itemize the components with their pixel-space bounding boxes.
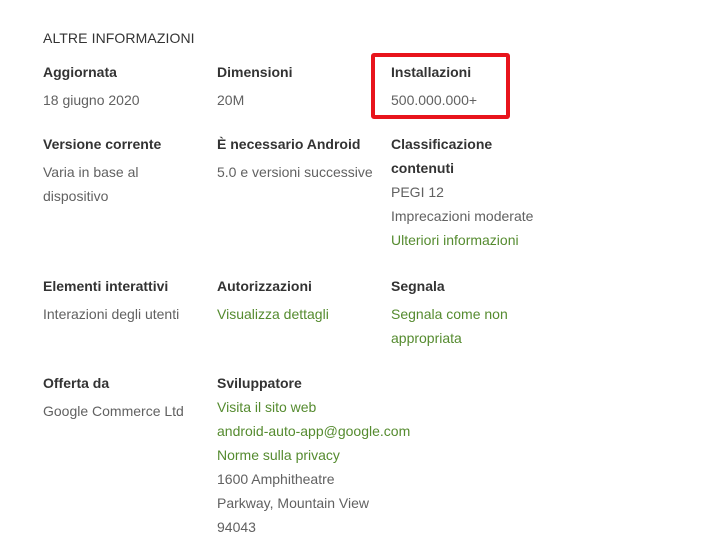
offered-by-value: Google Commerce Ltd — [43, 403, 184, 419]
report-block: Segnala Segnala come non appropriata — [391, 274, 561, 350]
current-version-value-line2: dispositivo — [43, 188, 109, 204]
content-rating-more-info-link[interactable]: Ulteriori informazioni — [391, 228, 561, 252]
installs-highlight-box — [371, 53, 510, 119]
offered-by-label: Offerta da — [43, 375, 110, 391]
developer-block: Sviluppatore Visita il sito web android-… — [217, 371, 437, 539]
developer-address-line3: 94043 — [217, 519, 256, 535]
requires-android-label: È necessario Android — [217, 136, 361, 152]
requires-android-block: È necessario Android 5.0 e versioni succ… — [217, 132, 392, 184]
developer-address-line2: Parkway, Mountain View — [217, 495, 369, 511]
size-label: Dimensioni — [217, 64, 293, 80]
current-version-block: Versione corrente Varia in base al dispo… — [43, 132, 213, 208]
content-rating-block: Classificazione contenuti PEGI 12 Imprec… — [391, 132, 561, 252]
interactive-elements-block: Elementi interattivi Interazioni degli u… — [43, 274, 213, 326]
content-rating-descriptor: Imprecazioni moderate — [391, 208, 534, 224]
permissions-block: Autorizzazioni Visualizza dettagli — [217, 274, 387, 326]
developer-privacy-link[interactable]: Norme sulla privacy — [217, 443, 437, 467]
permissions-details-link[interactable]: Visualizza dettagli — [217, 302, 387, 326]
size-block: Dimensioni 20M — [217, 60, 387, 112]
content-rating-label-line1: Classificazione — [391, 136, 493, 152]
size-value: 20M — [217, 92, 245, 108]
developer-email-link[interactable]: android-auto-app@google.com — [217, 419, 437, 443]
content-rating-label-line2: contenuti — [391, 160, 454, 176]
updated-value: 18 giugno 2020 — [43, 92, 140, 108]
content-rating-value: PEGI 12 — [391, 184, 444, 200]
report-link-line2[interactable]: appropriata — [391, 326, 561, 350]
updated-label: Aggiornata — [43, 64, 117, 80]
updated-block: Aggiornata 18 giugno 2020 — [43, 60, 213, 112]
interactive-elements-value: Interazioni degli utenti — [43, 306, 180, 322]
report-label: Segnala — [391, 278, 445, 294]
developer-address-line1: 1600 Amphitheatre — [217, 471, 335, 487]
current-version-value-line1: Varia in base al — [43, 164, 139, 180]
report-link-line1[interactable]: Segnala come non — [391, 302, 561, 326]
permissions-label: Autorizzazioni — [217, 278, 312, 294]
developer-website-link[interactable]: Visita il sito web — [217, 395, 437, 419]
section-title: ALTRE INFORMAZIONI — [43, 30, 195, 46]
offered-by-block: Offerta da Google Commerce Ltd — [43, 371, 213, 423]
developer-label: Sviluppatore — [217, 375, 302, 391]
interactive-elements-label: Elementi interattivi — [43, 278, 169, 294]
current-version-label: Versione corrente — [43, 136, 162, 152]
requires-android-value: 5.0 e versioni successive — [217, 164, 373, 180]
